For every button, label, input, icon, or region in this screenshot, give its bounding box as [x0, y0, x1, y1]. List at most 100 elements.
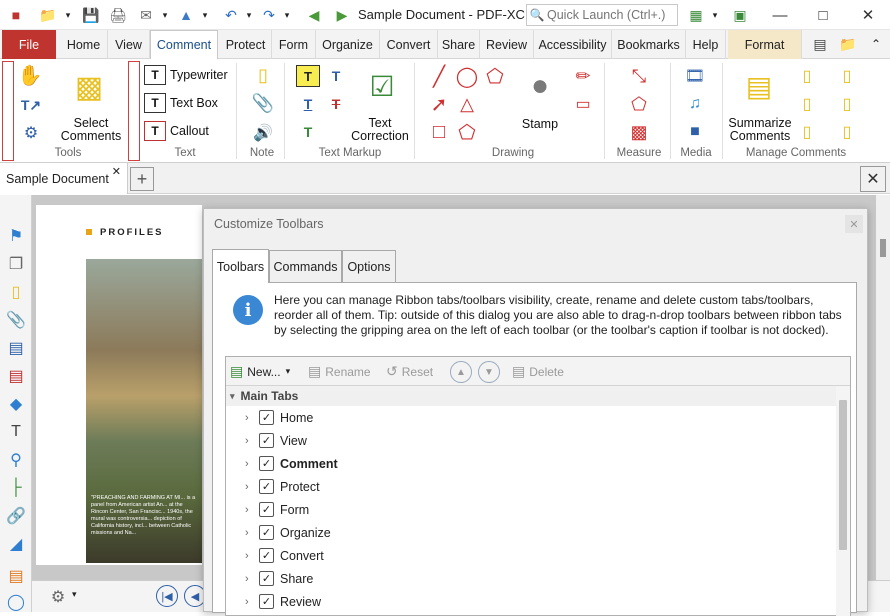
- expand-chevron-icon[interactable]: ›: [245, 504, 249, 516]
- open-dropdown-icon[interactable]: ▾: [62, 5, 74, 25]
- audio-icon[interactable]: ♫: [682, 93, 708, 115]
- pentagon-icon[interactable]: ⬠: [454, 121, 480, 144]
- expand-chevron-icon[interactable]: ›: [245, 458, 249, 470]
- ribbon-folder-icon[interactable]: 📁: [836, 34, 860, 54]
- back-icon[interactable]: ◀: [302, 5, 326, 25]
- hand-tool-icon[interactable]: ✋: [18, 63, 43, 87]
- tree-group-header[interactable]: ▾ Main Tabs: [226, 386, 836, 406]
- callout-button[interactable]: T Callout: [144, 121, 209, 141]
- underline-squiggly-icon[interactable]: T: [324, 65, 348, 87]
- tab-share[interactable]: Share: [438, 30, 480, 59]
- expand-chevron-icon[interactable]: ›: [245, 481, 249, 493]
- visibility-checkbox[interactable]: ✓: [259, 525, 274, 540]
- typewriter-button[interactable]: T Typewriter: [144, 65, 228, 85]
- tab-format[interactable]: Format: [728, 30, 802, 59]
- expand-chevron-icon[interactable]: ›: [245, 596, 249, 608]
- tree-item-share[interactable]: › ✓ Share: [226, 567, 836, 590]
- tab-protect[interactable]: Protect: [220, 30, 272, 59]
- move-down-button[interactable]: ▼: [478, 361, 500, 383]
- tags-icon[interactable]: T: [5, 421, 27, 443]
- tab-commands[interactable]: Commands: [269, 250, 342, 282]
- ui-options-dropdown-icon[interactable]: ▾: [710, 5, 720, 25]
- visibility-checkbox[interactable]: ✓: [259, 502, 274, 517]
- tree-item-form[interactable]: › ✓ Form: [226, 498, 836, 521]
- zoom-tool-icon[interactable]: ⚙: [18, 121, 44, 145]
- select-comments-button[interactable]: Select Comments: [60, 117, 122, 143]
- expand-chevron-icon[interactable]: ›: [245, 550, 249, 562]
- signatures-icon[interactable]: ▤: [5, 365, 27, 387]
- expand-chevron-icon[interactable]: ›: [245, 573, 249, 585]
- stamp-button[interactable]: Stamp: [518, 117, 562, 131]
- tab-accessibility[interactable]: Accessibility: [534, 30, 612, 59]
- accessibility-icon[interactable]: ◯: [5, 591, 27, 613]
- split-view-icon[interactable]: ▤: [5, 565, 27, 587]
- perimeter-icon[interactable]: ⬠: [626, 93, 652, 115]
- new-button[interactable]: ▤ New... ▾: [230, 361, 290, 382]
- vertical-scrollbar[interactable]: [876, 195, 890, 580]
- visibility-checkbox[interactable]: ✓: [259, 479, 274, 494]
- tab-comment[interactable]: Comment: [150, 30, 218, 60]
- print-icon[interactable]: 🖨: [106, 5, 130, 25]
- expand-chevron-icon[interactable]: ›: [245, 435, 249, 447]
- settings-dropdown-icon[interactable]: ▾: [72, 589, 77, 600]
- tab-convert[interactable]: Convert: [380, 30, 438, 59]
- distance-icon[interactable]: ⤡: [626, 65, 652, 87]
- tree-item-comment[interactable]: › ✓ Comment: [226, 452, 836, 475]
- summarize-comments-icon[interactable]: ▤: [734, 63, 784, 109]
- move-up-button[interactable]: ▲: [450, 361, 472, 383]
- scan-icon[interactable]: ▲: [174, 5, 198, 25]
- undo-icon[interactable]: ↶: [220, 5, 242, 25]
- delete-button[interactable]: ▤ Delete: [512, 361, 564, 382]
- redo-icon[interactable]: ↷: [258, 5, 280, 25]
- minimize-button[interactable]: —: [760, 0, 800, 30]
- comment-styles-icon[interactable]: ▯: [794, 121, 820, 143]
- reset-button[interactable]: ↺ Reset: [386, 361, 433, 382]
- tree-scrollbar[interactable]: [836, 386, 850, 616]
- flatten-comments-icon[interactable]: ▯: [834, 121, 860, 143]
- pages-icon[interactable]: ❐: [5, 253, 27, 275]
- attachments-icon[interactable]: 📎: [5, 309, 27, 331]
- tab-organize[interactable]: Organize: [316, 30, 380, 59]
- video-icon[interactable]: 🎞: [682, 65, 708, 87]
- layers-icon[interactable]: ◆: [5, 393, 27, 415]
- import-comments-icon[interactable]: ▯: [794, 65, 820, 87]
- tree-item-view[interactable]: › ✓ View: [226, 429, 836, 452]
- ribbon-options-icon[interactable]: ▤: [808, 34, 832, 54]
- comments-icon[interactable]: ▯: [5, 281, 27, 303]
- select-comments-icon[interactable]: ▩: [66, 63, 112, 111]
- tree-item-home[interactable]: › ✓ Home: [226, 406, 836, 429]
- visibility-checkbox[interactable]: ✓: [259, 548, 274, 563]
- maximize-button[interactable]: □: [803, 0, 843, 30]
- tab-file[interactable]: File: [2, 30, 56, 59]
- text-box-button[interactable]: T Text Box: [144, 93, 218, 113]
- tab-options[interactable]: Options: [342, 250, 396, 282]
- first-page-button[interactable]: |◀: [156, 585, 178, 607]
- visibility-checkbox[interactable]: ✓: [259, 456, 274, 471]
- arrow-icon[interactable]: ➚: [426, 93, 452, 116]
- tree-item-convert[interactable]: › ✓ Convert: [226, 544, 836, 567]
- email-dropdown-icon[interactable]: ▾: [160, 5, 170, 25]
- expand-chevron-icon[interactable]: ›: [245, 412, 249, 424]
- polygon-icon[interactable]: ⬠: [482, 65, 508, 88]
- undo-dropdown-icon[interactable]: ▾: [244, 5, 254, 25]
- ellipse-icon[interactable]: ◯: [454, 65, 480, 88]
- tab-toolbars[interactable]: Toolbars: [212, 249, 269, 283]
- area-icon[interactable]: ▩: [626, 121, 652, 143]
- ui-options-icon[interactable]: ▦: [684, 5, 708, 25]
- links-icon[interactable]: 🔗: [5, 505, 27, 527]
- sound-icon[interactable]: 🔊: [250, 121, 276, 145]
- app-logo-icon[interactable]: ■: [4, 5, 28, 25]
- visibility-checkbox[interactable]: ✓: [259, 410, 274, 425]
- rectangle-icon[interactable]: □: [426, 121, 452, 143]
- eraser-icon[interactable]: ▭: [570, 93, 596, 115]
- highlight-text-icon[interactable]: T: [296, 65, 320, 87]
- tab-form[interactable]: Form: [272, 30, 316, 59]
- text-correction-button[interactable]: Text Correction: [350, 117, 410, 143]
- 3d-model-icon[interactable]: ■: [682, 121, 708, 143]
- tab-home[interactable]: Home: [60, 30, 108, 59]
- scan-dropdown-icon[interactable]: ▾: [200, 5, 210, 25]
- pencil-icon[interactable]: ✏: [570, 65, 596, 87]
- polyline-icon[interactable]: △: [454, 93, 480, 115]
- content-icon[interactable]: ▤: [5, 337, 27, 359]
- stamp-icon[interactable]: ●: [518, 63, 562, 109]
